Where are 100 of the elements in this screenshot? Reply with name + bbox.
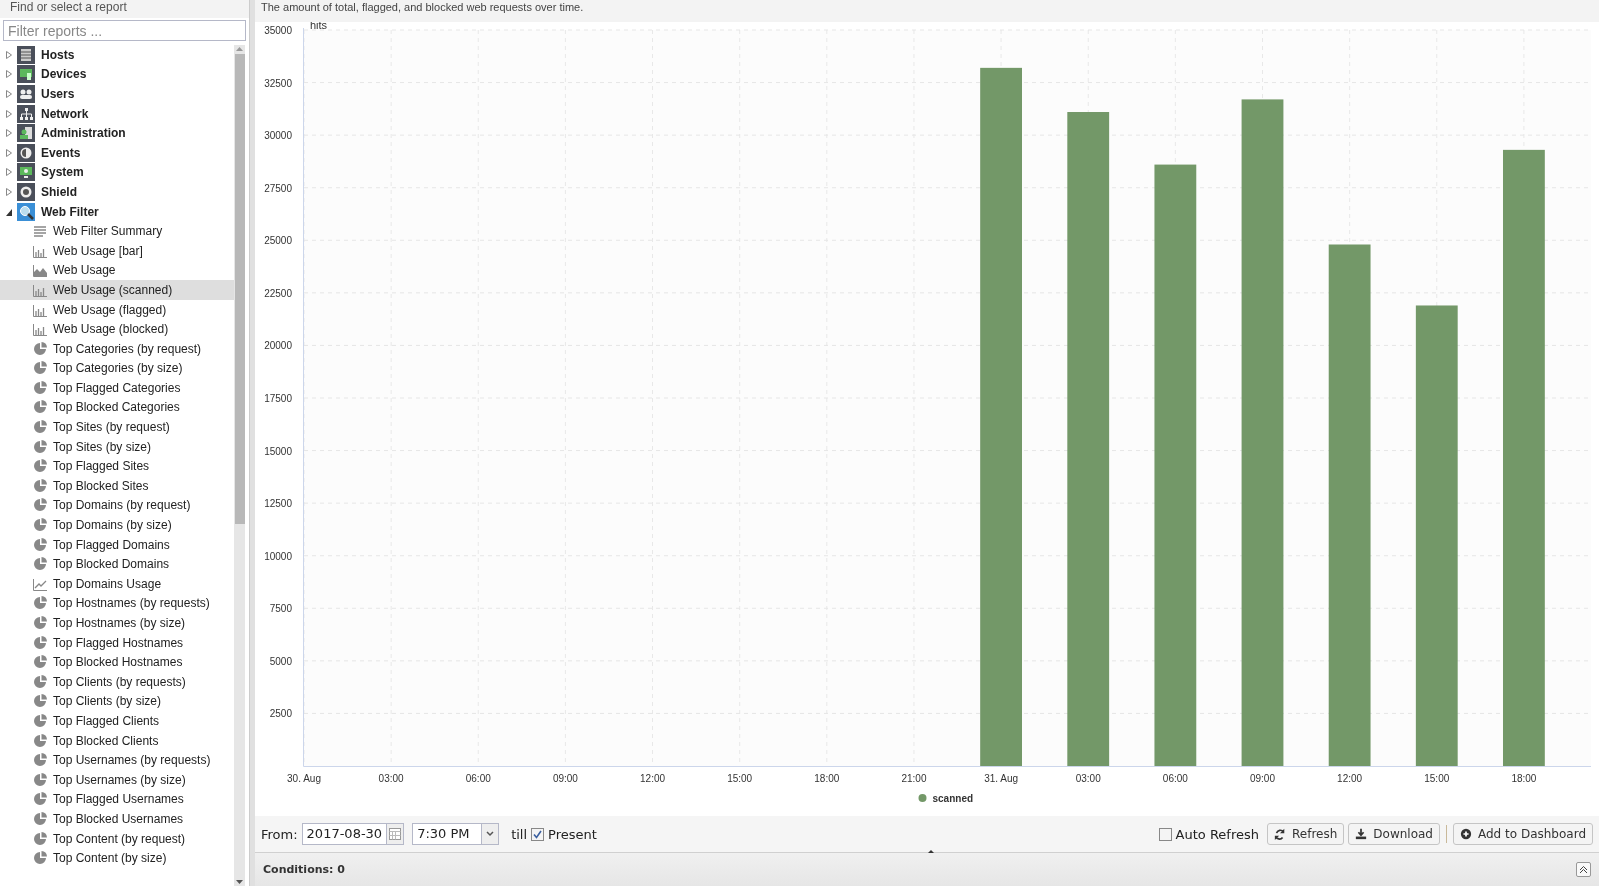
- x-tick-label: 18:00: [814, 773, 840, 784]
- pie-chart-icon: [32, 830, 48, 847]
- scrollbar[interactable]: [234, 45, 245, 886]
- report-item[interactable]: Web Filter Summary: [0, 221, 234, 241]
- category-icon: [17, 45, 35, 64]
- tree-category[interactable]: Shield: [0, 182, 234, 202]
- pie-chart-icon: [32, 379, 48, 396]
- collapsed-triangle-icon[interactable]: [5, 167, 13, 178]
- checkbox-label[interactable]: Present: [548, 826, 597, 842]
- report-item[interactable]: Top Flagged Clients: [0, 711, 234, 731]
- report-item[interactable]: Top Flagged Categories: [0, 378, 234, 398]
- tree-category[interactable]: System: [0, 162, 234, 183]
- report-item[interactable]: Top Domains (by size): [0, 515, 234, 535]
- scroll-down-icon[interactable]: [235, 878, 244, 886]
- calendar-icon[interactable]: [389, 828, 402, 840]
- report-item[interactable]: Top Hostnames (by requests): [0, 593, 234, 614]
- report-item[interactable]: Web Usage (scanned): [0, 280, 234, 300]
- report-item[interactable]: Top Domains Usage: [0, 574, 234, 594]
- tree-category[interactable]: Administration: [0, 123, 234, 143]
- report-item[interactable]: Top Domains (by request): [0, 495, 234, 516]
- x-tick-label: 06:00: [1162, 773, 1188, 784]
- report-item[interactable]: Top Clients (by requests): [0, 672, 234, 692]
- report-item[interactable]: Top Hostnames (by size): [0, 613, 234, 633]
- report-item[interactable]: Top Blocked Clients: [0, 730, 234, 751]
- panel-title: Find or select a report: [0, 0, 249, 18]
- report-item[interactable]: Top Flagged Domains: [0, 534, 234, 555]
- tree-category[interactable]: Network: [0, 103, 234, 124]
- report-item[interactable]: Web Usage (flagged): [0, 299, 234, 320]
- collapsed-triangle-icon[interactable]: [5, 128, 13, 139]
- tree-category[interactable]: Hosts: [0, 45, 234, 65]
- report-item[interactable]: Top Blocked Categories: [0, 397, 234, 418]
- chart-bar[interactable]: [1241, 99, 1284, 766]
- pie-chart-icon: [32, 634, 48, 651]
- report-description: The amount of total, flagged, and blocked web requests over time.: [255, 0, 1599, 22]
- report-item[interactable]: Top Blocked Domains: [0, 554, 234, 575]
- report-item[interactable]: Top Flagged Hostnames: [0, 632, 234, 653]
- x-tick-label: 21:00: [901, 773, 927, 784]
- from-label: From:: [261, 826, 298, 842]
- report-item[interactable]: Top Blocked Usernames: [0, 809, 234, 829]
- report-item[interactable]: Top Flagged Sites: [0, 456, 234, 477]
- report-item[interactable]: Top Blocked Hostnames: [0, 652, 234, 672]
- collapse-handle-icon[interactable]: [927, 849, 935, 854]
- pie-chart-icon: [32, 810, 48, 827]
- add-to-dashboard-button[interactable]: Add to Dashboard: [1453, 823, 1593, 845]
- x-tick-label: 18:00: [1511, 773, 1537, 784]
- collapsed-triangle-icon[interactable]: [5, 186, 13, 197]
- pie-chart-icon: [32, 399, 48, 416]
- report-item[interactable]: Top Clients (by size): [0, 691, 234, 712]
- checkbox-label[interactable]: Auto Refresh: [1175, 826, 1259, 842]
- filter-field[interactable]: Filter reports ...: [3, 20, 246, 41]
- scroll-thumb[interactable]: [234, 54, 245, 524]
- report-item[interactable]: Top Categories (by request): [0, 338, 234, 359]
- refresh-button[interactable]: Refresh: [1267, 823, 1345, 845]
- chart-bar[interactable]: [1067, 112, 1110, 766]
- date-field[interactable]: 2017-08-30: [301, 823, 405, 845]
- pie-chart-icon: [32, 517, 48, 534]
- report-item[interactable]: Top Content (by request): [0, 828, 234, 849]
- axis-title: hits: [310, 22, 328, 31]
- download-icon: [1355, 828, 1368, 840]
- chart-bar[interactable]: [1415, 305, 1458, 766]
- refresh-icon: [1274, 828, 1286, 840]
- tree-category[interactable]: Events: [0, 142, 234, 163]
- report-item[interactable]: Top Blocked Sites: [0, 476, 234, 496]
- report-item[interactable]: Top Flagged Usernames: [0, 789, 234, 810]
- pie-chart-icon: [32, 693, 48, 710]
- report-item[interactable]: Top Content (by size): [0, 848, 234, 868]
- category-icon: [17, 143, 35, 162]
- report-item[interactable]: Top Usernames (by requests): [0, 750, 234, 770]
- collapsed-triangle-icon[interactable]: [5, 147, 13, 158]
- expand-button[interactable]: [1576, 862, 1591, 877]
- y-tick-label: 15000: [264, 445, 292, 457]
- report-item[interactable]: Top Categories (by size): [0, 358, 234, 379]
- report-item[interactable]: Web Usage [bar]: [0, 240, 234, 261]
- report-item[interactable]: Web Usage: [0, 260, 234, 281]
- y-tick-label: 2500: [269, 708, 292, 720]
- collapsed-triangle-icon[interactable]: [5, 49, 13, 60]
- chart-bar[interactable]: [1154, 164, 1197, 766]
- collapsed-triangle-icon[interactable]: [5, 89, 13, 99]
- pie-chart-icon: [32, 536, 48, 553]
- pie-chart-icon: [32, 477, 48, 494]
- report-item[interactable]: Web Usage (blocked): [0, 319, 234, 339]
- download-button[interactable]: Download: [1348, 823, 1440, 845]
- time-combo[interactable]: 7:30 PM: [412, 823, 500, 845]
- report-item[interactable]: Top Sites (by request): [0, 417, 234, 437]
- report-item[interactable]: Top Sites (by size): [0, 436, 234, 457]
- checkbox[interactable]: [1158, 827, 1172, 841]
- legend-label[interactable]: scanned: [932, 793, 974, 804]
- pie-chart-icon: [32, 654, 48, 671]
- x-tick-label: 15:00: [727, 773, 753, 784]
- chart-bar[interactable]: [1328, 244, 1371, 766]
- double-chevron-up-icon: [1579, 865, 1588, 874]
- checkbox[interactable]: [531, 827, 545, 841]
- collapsed-triangle-icon[interactable]: [5, 108, 13, 119]
- tree-category[interactable]: Devices: [0, 64, 234, 85]
- tree-category[interactable]: Users: [0, 84, 234, 104]
- tree-category[interactable]: Web Filter: [0, 201, 234, 222]
- report-item[interactable]: Top Usernames (by size): [0, 769, 234, 790]
- y-tick-label: 25000: [264, 235, 292, 247]
- collapsed-triangle-icon[interactable]: [5, 69, 13, 80]
- pie-chart-icon: [32, 556, 48, 573]
